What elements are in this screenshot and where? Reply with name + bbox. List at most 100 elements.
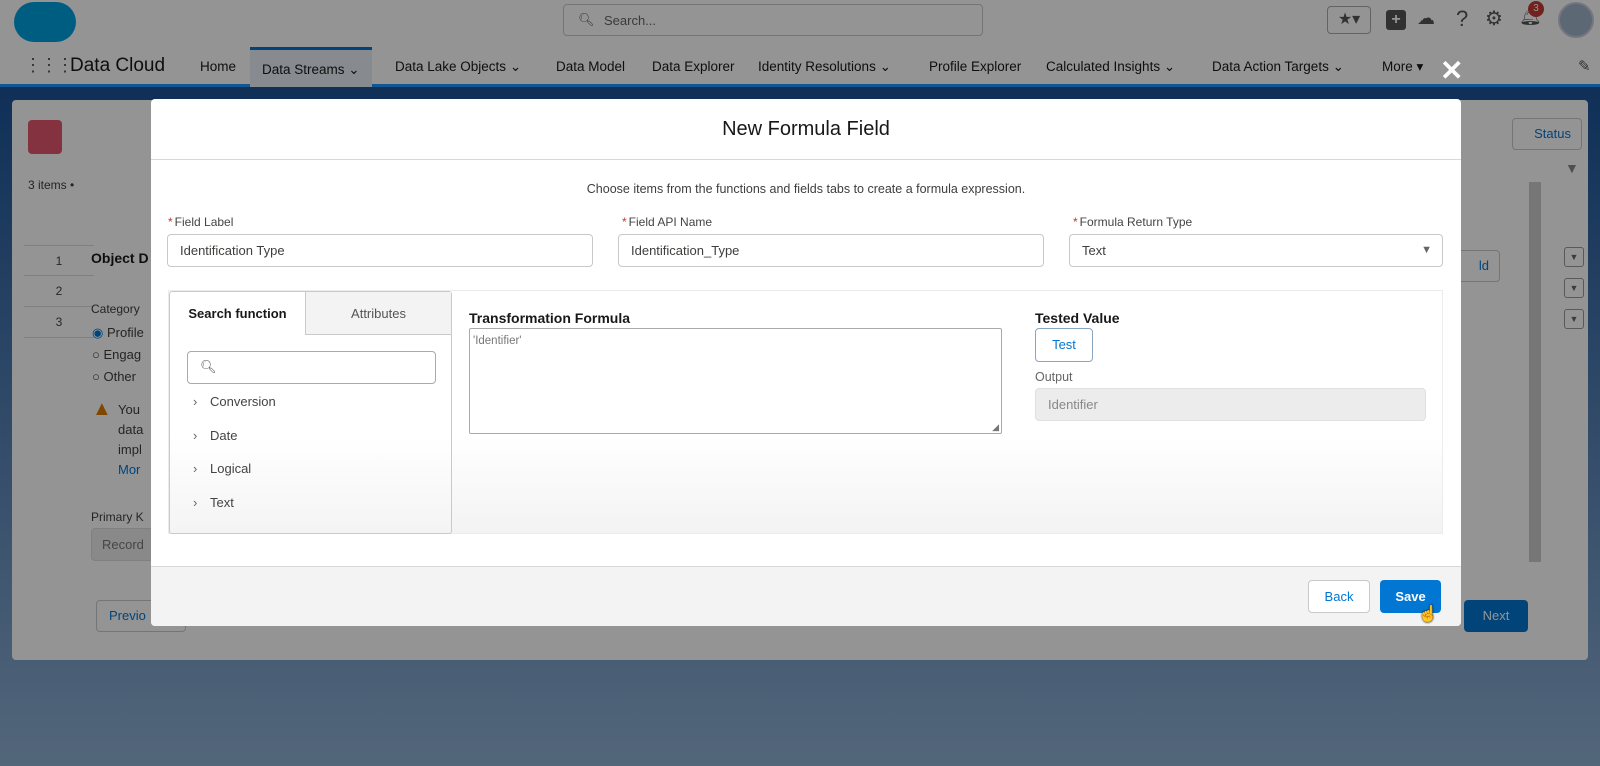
- radio-profile[interactable]: ◉ Profile: [92, 325, 144, 341]
- gear-icon[interactable]: ⚙: [1485, 6, 1503, 31]
- nav-calculated-insights[interactable]: Calculated Insights ⌄: [1046, 59, 1175, 75]
- nav-profile-explorer[interactable]: Profile Explorer: [929, 59, 1021, 74]
- tab-label: Search function: [188, 306, 287, 321]
- field-label-label: * Field Label: [168, 215, 234, 229]
- trailhead-icon[interactable]: ☁: [1417, 8, 1435, 29]
- row-menu-button[interactable]: ▼: [1564, 278, 1584, 298]
- app-nav-bar: ⋮⋮⋮ Data Cloud Home Data Streams ⌄ Data …: [0, 47, 1600, 87]
- label-text: Formula Return Type: [1079, 215, 1193, 229]
- warning-icon: ▲: [92, 398, 112, 420]
- formula-value: 'Identifier': [473, 335, 522, 347]
- function-category-text[interactable]: › Text: [193, 495, 234, 510]
- tab-label: Attributes: [351, 306, 406, 321]
- field-label-input[interactable]: Identification Type: [167, 234, 593, 267]
- label-text: Field Label: [174, 215, 234, 229]
- chevron-down-icon[interactable]: ⌄: [880, 59, 891, 74]
- section-title: Object D: [91, 250, 149, 266]
- category-label: Conversion: [210, 394, 276, 409]
- warning-text: You: [118, 402, 140, 417]
- chevron-right-icon: ›: [193, 495, 198, 510]
- filter-icon[interactable]: ▼: [1565, 160, 1579, 176]
- more-link[interactable]: Mor: [118, 462, 140, 477]
- function-category-conversion[interactable]: › Conversion: [193, 394, 276, 409]
- app-name: Data Cloud: [70, 55, 166, 76]
- nav-more[interactable]: More ▾: [1382, 59, 1423, 75]
- chevron-down-icon[interactable]: ⌄: [348, 62, 359, 77]
- primary-key-value: Record: [102, 537, 144, 552]
- modal-close-icon[interactable]: ✕: [1440, 54, 1463, 87]
- previous-label: Previo: [109, 608, 146, 623]
- avatar[interactable]: [1558, 2, 1594, 38]
- nav-data-streams[interactable]: Data Streams ⌄: [250, 47, 372, 87]
- status-button[interactable]: Status: [1512, 118, 1582, 150]
- field-api-name-input[interactable]: Identification_Type: [618, 234, 1044, 267]
- chevron-down-icon[interactable]: ⌄: [1333, 59, 1344, 74]
- back-button[interactable]: Back: [1308, 580, 1370, 613]
- mouse-cursor-icon: ☝: [1418, 606, 1438, 623]
- salesforce-logo: [14, 2, 76, 42]
- add-field-label: ld: [1478, 258, 1489, 273]
- return-type-select[interactable]: Text ▼: [1069, 234, 1443, 267]
- chevron-right-icon: ›: [193, 428, 198, 443]
- function-category-date[interactable]: › Date: [193, 428, 237, 443]
- return-type-value: Text: [1082, 243, 1106, 258]
- radio-label: Other: [103, 369, 136, 384]
- formula-heading: Transformation Formula: [469, 310, 631, 326]
- nav-identity-resolutions[interactable]: Identity Resolutions ⌄: [758, 59, 891, 75]
- chevron-down-icon[interactable]: ⌄: [1164, 59, 1175, 74]
- next-button[interactable]: Next: [1464, 600, 1528, 632]
- back-label: Back: [1324, 589, 1354, 604]
- chevron-down-icon[interactable]: ⌄: [510, 59, 521, 74]
- radio-engagement[interactable]: ○ Engag: [92, 347, 141, 362]
- test-button[interactable]: Test: [1035, 328, 1093, 362]
- resize-handle-icon[interactable]: ◢: [992, 422, 999, 433]
- category-label: Logical: [210, 461, 252, 476]
- scrollbar[interactable]: [1529, 182, 1541, 562]
- tested-value-heading: Tested Value: [1035, 310, 1120, 326]
- favorites-button[interactable]: ★▾: [1327, 6, 1371, 34]
- modal-instructions: Choose items from the functions and fiel…: [586, 182, 1026, 196]
- nav-data-model[interactable]: Data Model: [556, 59, 625, 74]
- nav-label: Data Streams: [262, 62, 345, 77]
- table-row: 1: [24, 245, 94, 276]
- caret-down-icon: ▼: [1421, 244, 1432, 256]
- app-launcher-icon[interactable]: ⋮⋮⋮: [24, 55, 74, 76]
- tab-attributes[interactable]: Attributes: [305, 292, 451, 335]
- global-header: 🔍︎ Search... ★▾ + ☁ ? ⚙ 🔔︎ 3: [0, 0, 1600, 47]
- radio-label: Engag: [103, 347, 142, 362]
- help-icon[interactable]: ?: [1456, 6, 1468, 32]
- table-row: 2: [24, 276, 94, 307]
- label-text: Field API Name: [628, 215, 713, 229]
- nav-label: More: [1382, 59, 1413, 74]
- chevron-right-icon: ›: [193, 461, 198, 476]
- row-menu-button[interactable]: ▼: [1564, 247, 1584, 267]
- nav-home[interactable]: Home: [200, 59, 236, 74]
- items-count: 3 items •: [28, 178, 75, 192]
- tab-search-function[interactable]: Search function: [170, 292, 305, 335]
- output-field: Identifier: [1035, 388, 1426, 421]
- data-stream-icon: [28, 120, 62, 154]
- test-label: Test: [1052, 337, 1076, 352]
- nav-label: Home: [200, 59, 237, 74]
- nav-data-action-targets[interactable]: Data Action Targets ⌄: [1212, 59, 1344, 75]
- nav-data-explorer[interactable]: Data Explorer: [652, 59, 735, 74]
- edit-icon[interactable]: ✎: [1578, 57, 1591, 75]
- formula-textarea[interactable]: 'Identifier' ◢: [469, 328, 1002, 434]
- category-label: Text: [210, 495, 234, 510]
- table-row: 3: [24, 307, 94, 338]
- function-search-input[interactable]: 🔍︎: [187, 351, 436, 384]
- nav-data-lake-objects[interactable]: Data Lake Objects ⌄: [395, 59, 521, 75]
- radio-other[interactable]: ○ Other: [92, 369, 136, 384]
- caret-down-icon[interactable]: ▾: [1417, 59, 1424, 74]
- nav-label: Data Model: [556, 59, 626, 74]
- search-icon: 🔍︎: [578, 12, 595, 27]
- save-label: Save: [1395, 589, 1426, 604]
- function-category-logical[interactable]: › Logical: [193, 461, 252, 476]
- row-menu-button[interactable]: ▼: [1564, 309, 1584, 329]
- return-type-label: * Formula Return Type: [1073, 215, 1193, 229]
- add-icon[interactable]: +: [1386, 10, 1406, 30]
- notification-badge: 3: [1528, 1, 1544, 17]
- output-value: Identifier: [1048, 397, 1098, 412]
- global-search[interactable]: 🔍︎ Search...: [563, 4, 983, 36]
- nav-label: Data Action Targets: [1212, 59, 1329, 74]
